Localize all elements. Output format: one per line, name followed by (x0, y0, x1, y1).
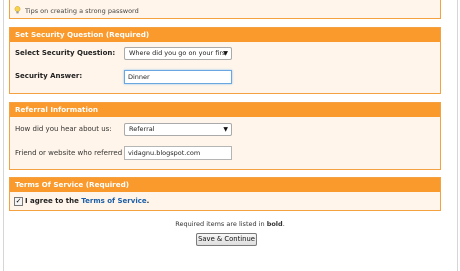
terms-agree-suffix: . (146, 197, 150, 205)
terms-of-service-link[interactable]: Terms of Service (81, 197, 146, 205)
terms-agree-prefix: I agree to the (25, 197, 79, 205)
terms-panel: Terms Of Service (Required) ✓ I agree to… (9, 177, 441, 211)
password-tip-box: Tips on creating a strong password (9, 0, 441, 19)
referral-source-label: How did you hear about us: (15, 125, 112, 133)
terms-agree-text: I agree to the Terms of Service. (25, 197, 149, 205)
referrer-input[interactable]: vidagnu.blogspot.com (124, 146, 232, 160)
chevron-down-icon: ▼ (223, 126, 228, 133)
security-question-value: Where did you go on your firs (129, 49, 226, 57)
referral-panel-header: Referral Information (10, 103, 440, 117)
referrer-label: Friend or website who referred you: (15, 149, 140, 157)
lightbulb-icon (14, 6, 21, 14)
required-note-prefix: Required items are listed in (175, 220, 265, 228)
security-answer-label: Security Answer: (15, 72, 83, 80)
referral-source-select[interactable]: Referral ▼ (124, 123, 232, 136)
security-answer-value: Dinner (128, 73, 150, 81)
security-answer-input[interactable]: Dinner (124, 70, 232, 84)
required-items-note: Required items are listed in bold. (0, 220, 460, 228)
security-question-label: Select Security Question: (15, 49, 116, 57)
chevron-down-icon: ▼ (223, 50, 228, 57)
referrer-value: vidagnu.blogspot.com (128, 149, 201, 157)
required-note-bold: bold (266, 220, 283, 228)
security-question-select[interactable]: Where did you go on your firs ▼ (124, 47, 232, 60)
security-panel-header: Set Security Question (Required) (10, 28, 440, 42)
referral-source-value: Referral (129, 125, 155, 133)
referral-panel: Referral Information How did you hear ab… (9, 102, 441, 170)
terms-panel-header: Terms Of Service (Required) (10, 178, 440, 192)
security-question-panel: Set Security Question (Required) Select … (9, 27, 441, 94)
required-note-suffix: . (282, 220, 285, 228)
terms-checkbox[interactable]: ✓ (14, 197, 23, 206)
password-tip-link[interactable]: Tips on creating a strong password (25, 7, 139, 15)
save-continue-button[interactable]: Save & Continue (196, 233, 257, 246)
